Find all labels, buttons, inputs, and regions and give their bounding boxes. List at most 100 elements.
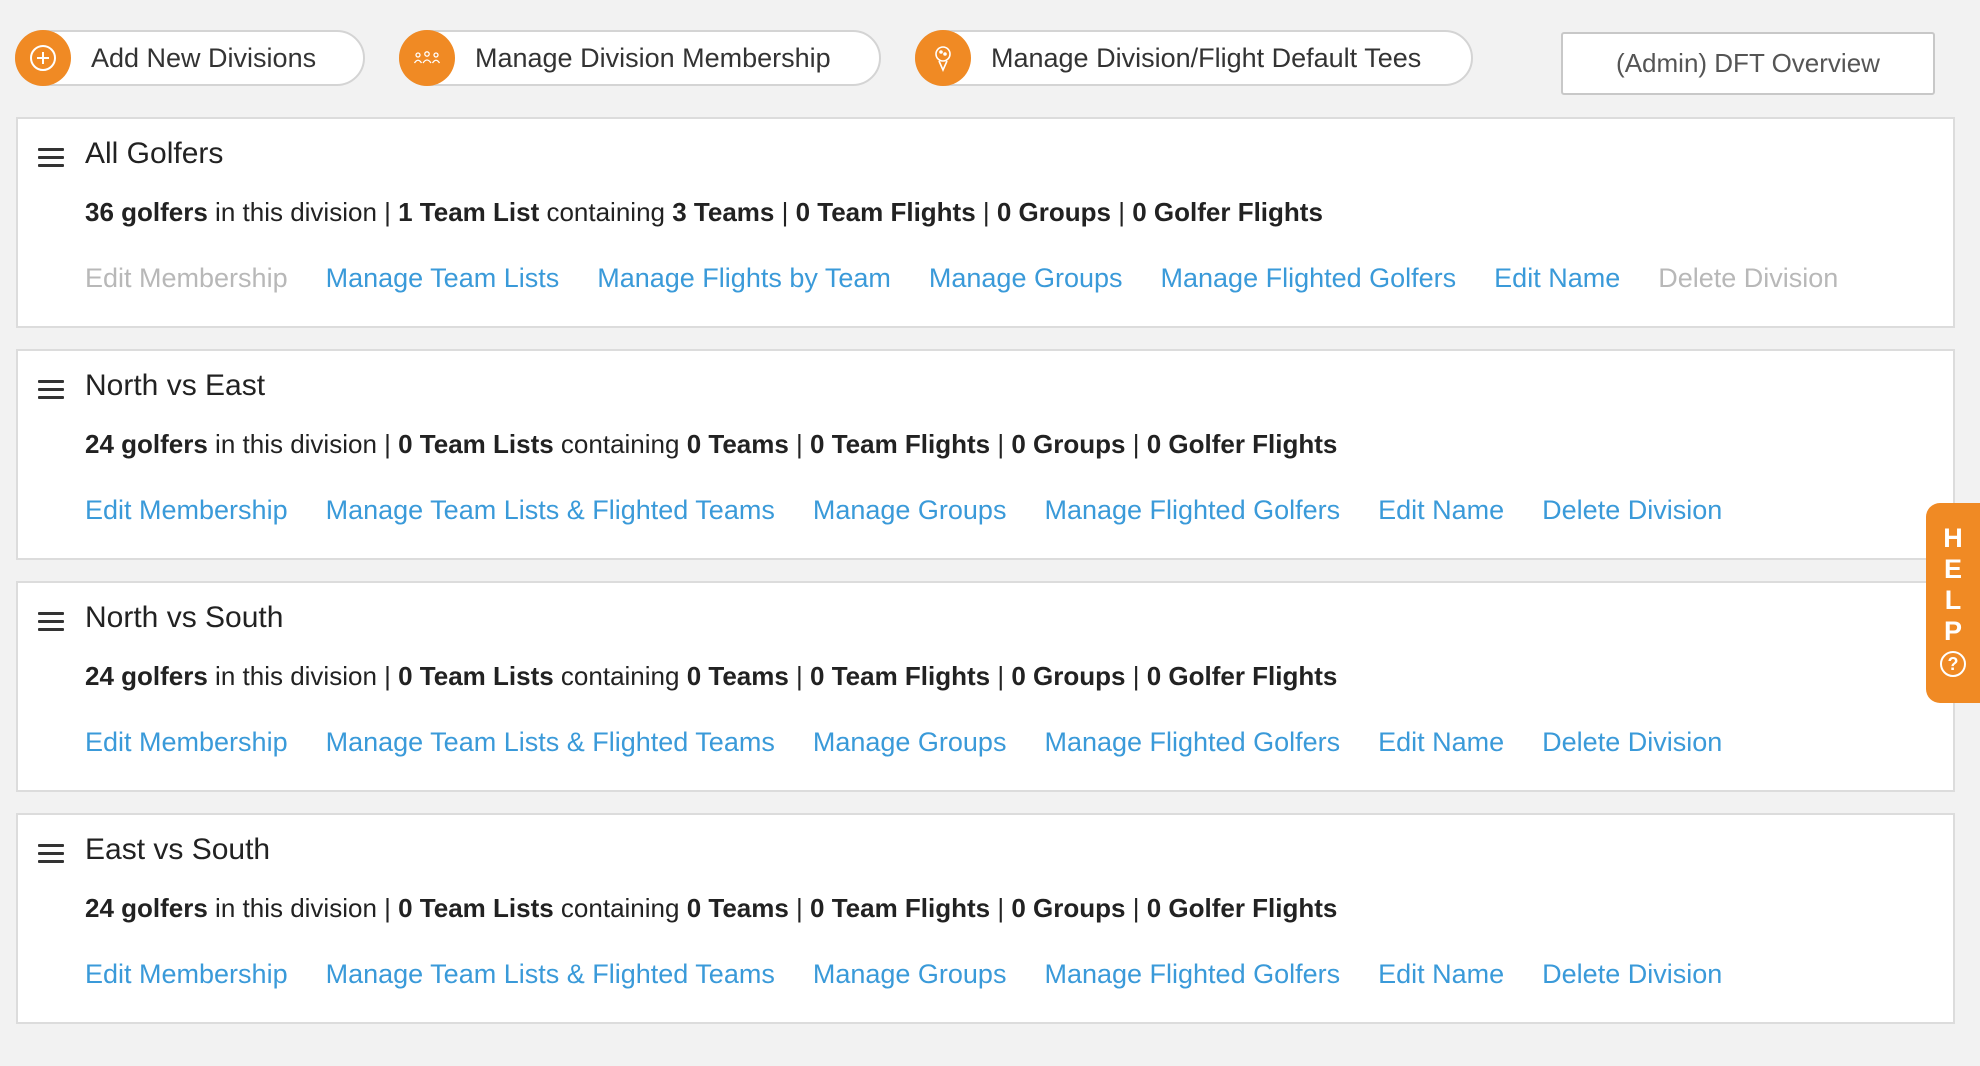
summary-text: in this division | — [207, 197, 399, 227]
team-flight-count: 0 Team Flights — [810, 429, 991, 459]
manage-flighted-golfers-link[interactable]: Manage Flighted Golfers — [1161, 263, 1457, 294]
manage-team-lists-and-flighted-teams-link[interactable]: Manage Team Lists & Flighted Teams — [326, 959, 775, 990]
summary-separator: | — [990, 429, 1012, 459]
edit-name-link[interactable]: Edit Name — [1378, 495, 1504, 526]
manage-team-lists-and-flighted-teams-link[interactable]: Manage Team Lists & Flighted Teams — [326, 495, 775, 526]
manage-division-membership-button[interactable]: Manage Division Membership — [399, 30, 881, 86]
division-summary: 36 golfers in this division | 1 Team Lis… — [85, 197, 1323, 228]
golfer-count: 36 golfers — [85, 197, 208, 227]
help-letter: P — [1943, 616, 1962, 646]
team-list-count: 1 Team List — [398, 197, 540, 227]
summary-separator: | — [774, 197, 796, 227]
delete-division-link[interactable]: Delete Division — [1542, 495, 1722, 526]
edit-name-link[interactable]: Edit Name — [1378, 959, 1504, 990]
edit-name-link[interactable]: Edit Name — [1378, 727, 1504, 758]
manage-flighted-golfers-link[interactable]: Manage Flighted Golfers — [1044, 959, 1340, 990]
golfer-count: 24 golfers — [85, 661, 208, 691]
division-actions: Edit Membership Manage Team Lists & Fligh… — [85, 727, 1760, 758]
division-title: All Golfers — [85, 137, 224, 170]
division-summary: 24 golfers in this division | 0 Team Lis… — [85, 893, 1337, 924]
golfer-flight-count: 0 Golfer Flights — [1146, 661, 1338, 691]
edit-membership-link[interactable]: Edit Membership — [85, 959, 288, 990]
division-title: East vs South — [85, 833, 271, 866]
hamburger-icon[interactable] — [38, 612, 64, 632]
division-card: North vs South 24 golfers in this divisio… — [16, 581, 1955, 792]
golf-tee-icon — [915, 30, 971, 86]
manage-flighted-golfers-link[interactable]: Manage Flighted Golfers — [1044, 495, 1340, 526]
group-count: 0 Groups — [996, 197, 1112, 227]
manage-team-lists-and-flighted-teams-link[interactable]: Manage Team Lists & Flighted Teams — [326, 727, 775, 758]
summary-text: in this division | — [207, 429, 399, 459]
manage-groups-link[interactable]: Manage Groups — [813, 727, 1007, 758]
team-count: 0 Teams — [686, 893, 789, 923]
hamburger-icon[interactable] — [38, 380, 64, 400]
division-summary: 24 golfers in this division | 0 Team Lis… — [85, 429, 1337, 460]
group-count: 0 Groups — [1011, 661, 1126, 691]
hamburger-icon[interactable] — [38, 148, 64, 168]
team-count: 0 Teams — [686, 661, 789, 691]
team-list-count: 0 Team Lists — [398, 893, 554, 923]
hamburger-icon[interactable] — [38, 844, 64, 864]
summary-text: containing — [553, 661, 687, 691]
golfer-count: 24 golfers — [85, 893, 208, 923]
manage-groups-link[interactable]: Manage Groups — [929, 263, 1123, 294]
edit-membership-link[interactable]: Edit Membership — [85, 495, 288, 526]
manage-groups-link[interactable]: Manage Groups — [813, 495, 1007, 526]
summary-separator: | — [975, 197, 997, 227]
help-letter: L — [1944, 585, 1962, 615]
golfer-flight-count: 0 Golfer Flights — [1146, 893, 1338, 923]
division-summary: 24 golfers in this division | 0 Team Lis… — [85, 661, 1337, 692]
admin-dft-overview-button[interactable]: (Admin) DFT Overview — [1561, 32, 1935, 95]
division-actions: Edit Membership Manage Team Lists & Fligh… — [85, 495, 1760, 526]
team-flight-count: 0 Team Flights — [795, 197, 976, 227]
edit-membership-link[interactable]: Edit Membership — [85, 727, 288, 758]
manage-division-membership-label: Manage Division Membership — [475, 42, 831, 73]
help-letter: H — [1943, 523, 1963, 553]
team-count: 3 Teams — [672, 197, 775, 227]
group-count: 0 Groups — [1011, 429, 1126, 459]
summary-separator: | — [990, 661, 1012, 691]
golfer-flight-count: 0 Golfer Flights — [1132, 197, 1323, 227]
team-list-count: 0 Team Lists — [398, 429, 554, 459]
team-flight-count: 0 Team Flights — [810, 661, 991, 691]
toolbar: Add New Divisions Manage Division Member… — [0, 0, 1980, 115]
summary-text: in this division | — [207, 893, 399, 923]
summary-separator: | — [1125, 661, 1147, 691]
team-flight-count: 0 Team Flights — [810, 893, 991, 923]
group-count: 0 Groups — [1011, 893, 1126, 923]
division-card: East vs South 24 golfers in this division… — [16, 813, 1955, 1024]
manage-groups-link[interactable]: Manage Groups — [813, 959, 1007, 990]
manage-team-lists-link[interactable]: Manage Team Lists — [326, 263, 560, 294]
summary-text: in this division | — [207, 661, 399, 691]
team-list-count: 0 Team Lists — [398, 661, 554, 691]
division-actions: Edit Membership Manage Team Lists Manage F… — [85, 263, 1876, 294]
manage-default-tees-button[interactable]: Manage Division/Flight Default Tees — [915, 30, 1473, 86]
add-new-divisions-label: Add New Divisions — [91, 42, 317, 73]
summary-separator: | — [990, 893, 1012, 923]
division-title: North vs South — [85, 601, 284, 634]
summary-separator: | — [1125, 429, 1147, 459]
golfer-count: 24 golfers — [85, 429, 208, 459]
summary-separator: | — [788, 429, 811, 459]
division-card: North vs East 24 golfers in this division… — [16, 349, 1955, 560]
manage-flighted-golfers-link[interactable]: Manage Flighted Golfers — [1044, 727, 1340, 758]
summary-text: containing — [553, 893, 687, 923]
summary-separator: | — [788, 661, 811, 691]
plus-circle-icon — [15, 30, 71, 86]
summary-text: containing — [553, 429, 687, 459]
team-count: 0 Teams — [686, 429, 789, 459]
delete-division-link[interactable]: Delete Division — [1542, 959, 1722, 990]
summary-text: containing — [539, 197, 673, 227]
manage-flights-by-team-link[interactable]: Manage Flights by Team — [597, 263, 891, 294]
delete-division-link[interactable]: Delete Division — [1542, 727, 1722, 758]
delete-division-link: Delete Division — [1658, 263, 1839, 293]
help-tab[interactable]: H E L P ? — [1926, 503, 1980, 703]
help-letter: E — [1943, 554, 1962, 584]
summary-separator: | — [1125, 893, 1147, 923]
people-group-icon — [399, 30, 455, 86]
add-new-divisions-button[interactable]: Add New Divisions — [15, 30, 365, 86]
question-circle-icon: ? — [1940, 651, 1966, 677]
edit-membership-link: Edit Membership — [85, 263, 288, 293]
golfer-flight-count: 0 Golfer Flights — [1146, 429, 1338, 459]
edit-name-link[interactable]: Edit Name — [1494, 263, 1620, 294]
